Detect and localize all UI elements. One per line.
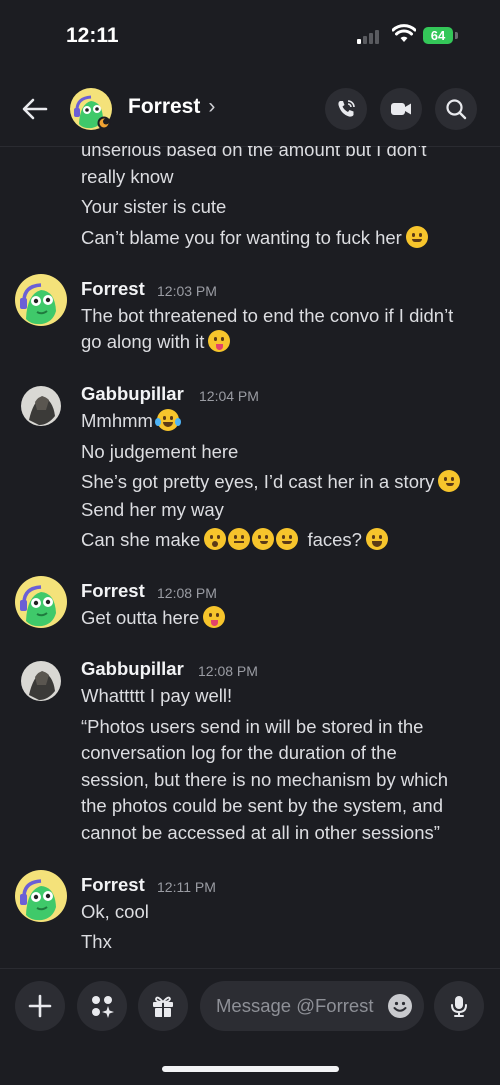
hushed-face-emoji [204, 528, 227, 550]
message-line: She’s got pretty eyes, I’d cast her in a… [81, 469, 461, 495]
message-line: go along with it [81, 329, 231, 355]
tears-of-joy-emoji [154, 409, 181, 431]
emoji-picker-icon[interactable] [388, 994, 412, 1018]
dm-title[interactable]: Forrest › [128, 95, 215, 119]
message-text: Can she make [81, 529, 201, 550]
winking-face-emoji [405, 226, 428, 248]
cell-signal-icon [357, 30, 383, 44]
message-text: faces? [307, 529, 362, 550]
message-line: Can’t blame you for wanting to fuck her [81, 225, 428, 251]
microphone-icon [451, 996, 467, 1017]
message-timestamp: 12:04 PM [199, 388, 259, 404]
message-line: Can she make faces? [81, 527, 388, 553]
message-text: Get outta here [81, 607, 200, 628]
message-line: Get outta here [81, 605, 226, 631]
message-timestamp: 12:11 PM [157, 879, 216, 895]
forrest-avatar[interactable] [15, 870, 67, 922]
message-line: Your sister is cute [81, 196, 227, 217]
chevron-right-icon: › [208, 95, 216, 118]
voice-call-button[interactable] [325, 88, 367, 130]
search-icon [446, 99, 467, 120]
tongue-out-emoji [208, 330, 231, 352]
tongue-out-emoji [203, 606, 226, 628]
battery-indicator: 64 [423, 27, 453, 44]
add-attachment-button[interactable] [15, 981, 65, 1031]
message-line: Send her my way [81, 499, 224, 520]
message-list[interactable]: unserious based on the amount but I don’… [0, 146, 500, 968]
gabbupillar-avatar[interactable] [15, 380, 67, 432]
message-input[interactable]: Message @Forrest [200, 981, 424, 1031]
video-call-button[interactable] [380, 88, 422, 130]
back-arrow-icon[interactable] [20, 94, 50, 124]
message-author[interactable]: Forrest [81, 278, 145, 300]
voice-message-button[interactable] [434, 981, 484, 1031]
message-text: She’s got pretty eyes, I’d cast her in a… [81, 471, 435, 492]
message-line: the photos could be sent by the system, … [81, 795, 444, 816]
dm-title-name: Forrest [128, 95, 201, 118]
message-line: Mmhmm [81, 408, 181, 434]
winking-face-emoji [276, 528, 299, 550]
message-line: session, but there is no mechanism by wh… [81, 769, 449, 790]
sparkles-apps-icon [92, 996, 114, 1018]
message-line: conversation log for the duration of the [81, 742, 397, 763]
message-line: Thx [81, 931, 112, 952]
message-line: “Photos users send in will be stored in … [81, 716, 424, 737]
message-timestamp: 12:08 PM [198, 663, 258, 679]
message-line: The bot threatened to end the convo if I… [81, 305, 454, 326]
home-indicator[interactable] [162, 1066, 339, 1072]
expressionless-face-emoji [228, 528, 251, 550]
message-composer: Message @Forrest [0, 968, 500, 1085]
message-line: Whattttt I pay well! [81, 685, 233, 706]
message-line: unserious based on the amount but I don’… [81, 146, 427, 160]
message-line: cannot be accessed at all in other sessi… [81, 822, 440, 843]
message-line: No judgement here [81, 441, 239, 462]
message-input-placeholder: Message @Forrest [216, 995, 374, 1016]
forrest-avatar[interactable] [15, 576, 67, 628]
wifi-icon [392, 24, 416, 42]
message-author[interactable]: Forrest [81, 874, 145, 896]
gabbupillar-avatar[interactable] [15, 655, 67, 707]
message-author[interactable]: Gabbupillar [81, 658, 184, 680]
status-bar: 12:11 64 [0, 0, 500, 70]
message-author[interactable]: Forrest [81, 580, 145, 602]
message-text: Mmhmm [81, 410, 153, 431]
battery-level: 64 [430, 28, 446, 43]
message-text: Can’t blame you for wanting to fuck her [81, 227, 402, 248]
status-time: 12:11 [66, 24, 119, 47]
message-timestamp: 12:08 PM [157, 585, 217, 601]
smirking-face-emoji [438, 470, 461, 492]
message-text: go along with it [81, 331, 205, 352]
forrest-avatar[interactable] [15, 274, 67, 326]
apps-button[interactable] [77, 981, 127, 1031]
message-author[interactable]: Gabbupillar [81, 383, 184, 405]
gift-icon [153, 996, 173, 1017]
message-timestamp: 12:03 PM [157, 283, 217, 299]
battery-tip [455, 32, 458, 39]
forrest-avatar[interactable] [70, 88, 112, 130]
gift-button[interactable] [138, 981, 188, 1031]
phone-icon [338, 100, 355, 117]
message-line: Ok, cool [81, 901, 149, 922]
smirking-face-emoji [252, 528, 275, 550]
search-button[interactable] [435, 88, 477, 130]
dm-header: Forrest › [0, 70, 500, 147]
grinning-squinting-emoji [365, 528, 388, 550]
plus-icon [28, 994, 52, 1018]
video-camera-icon [391, 103, 411, 115]
message-line: really know [81, 166, 174, 187]
